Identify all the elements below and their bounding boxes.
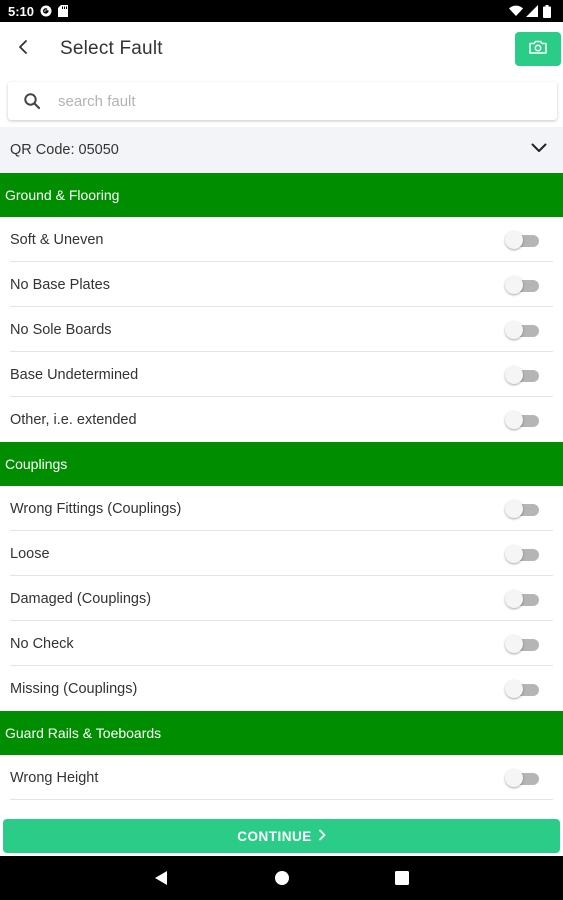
fault-toggle[interactable] xyxy=(505,366,539,384)
fault-toggle[interactable] xyxy=(505,680,539,698)
fault-label: No Check xyxy=(10,635,74,652)
chevron-left-icon xyxy=(17,39,29,60)
section-title: Guard Rails & Toeboards xyxy=(5,725,162,741)
chevron-right-icon xyxy=(318,829,326,844)
fault-label: Wrong Height xyxy=(10,769,99,786)
fault-label: No Sole Boards xyxy=(10,321,112,338)
fault-toggle[interactable] xyxy=(505,231,539,249)
fault-label: No Base Plates xyxy=(10,276,110,293)
camera-button[interactable] xyxy=(515,32,561,66)
battery-icon xyxy=(543,5,555,18)
fault-toggle[interactable] xyxy=(505,635,539,653)
fault-row[interactable]: Loose xyxy=(0,531,563,576)
fault-row[interactable]: Other, i.e. extended xyxy=(0,397,563,442)
fault-row[interactable]: Missing (Couplings) xyxy=(0,666,563,711)
fault-label: Missing (Couplings) xyxy=(10,680,138,697)
system-nav-bar xyxy=(0,856,563,900)
section-header-guard-rails: Guard Rails & Toeboards xyxy=(0,711,563,755)
section-header-couplings: Couplings xyxy=(0,442,563,486)
section-header-ground-flooring: Ground & Flooring xyxy=(0,173,563,217)
status-bar: 5:10 xyxy=(0,0,563,22)
fault-label: Damaged (Couplings) xyxy=(10,590,152,607)
fault-toggle[interactable] xyxy=(505,500,539,518)
fault-toggle[interactable] xyxy=(505,769,539,787)
fault-toggle[interactable] xyxy=(505,411,539,429)
fault-label: Loose xyxy=(10,545,50,562)
g-pay-icon xyxy=(40,5,52,17)
fault-label: Wrong Fittings (Couplings) xyxy=(10,500,182,517)
fault-toggle[interactable] xyxy=(505,321,539,339)
search-input[interactable] xyxy=(58,92,498,110)
search-icon xyxy=(8,82,56,120)
fault-toggle[interactable] xyxy=(505,590,539,608)
signal-icon xyxy=(526,5,538,17)
fault-row[interactable]: Soft & Uneven xyxy=(0,217,563,262)
chevron-down-icon xyxy=(531,141,547,157)
fault-row[interactable]: Wrong Fittings (Couplings) xyxy=(0,486,563,531)
nav-back-icon[interactable] xyxy=(151,868,171,888)
fault-list: Ground & Flooring Soft & Uneven No Base … xyxy=(0,173,563,800)
fault-toggle[interactable] xyxy=(505,545,539,563)
page-title: Select Fault xyxy=(60,38,163,59)
qr-code-selector[interactable]: QR Code: 05050 xyxy=(0,127,563,173)
camera-icon xyxy=(529,40,547,59)
section-title: Ground & Flooring xyxy=(5,187,120,203)
back-button[interactable] xyxy=(0,22,46,76)
fault-label: Base Undetermined xyxy=(10,366,139,383)
search-box xyxy=(8,82,557,120)
continue-label: CONTINUE xyxy=(237,828,312,844)
fault-row[interactable]: No Check xyxy=(0,621,563,666)
fault-label: Other, i.e. extended xyxy=(10,411,137,428)
fault-row[interactable]: No Base Plates xyxy=(0,262,563,307)
fault-row[interactable]: Damaged (Couplings) xyxy=(0,576,563,621)
fault-label: Soft & Uneven xyxy=(10,231,104,248)
fault-row[interactable]: Wrong Height xyxy=(0,755,563,800)
sd-card-icon xyxy=(58,5,70,17)
section-title: Couplings xyxy=(5,456,68,472)
qr-code-label: QR Code: 05050 xyxy=(10,142,119,158)
wifi-icon xyxy=(509,5,523,17)
nav-recents-icon[interactable] xyxy=(392,868,412,888)
fault-toggle[interactable] xyxy=(505,276,539,294)
nav-home-icon[interactable] xyxy=(272,868,292,888)
status-time: 5:10 xyxy=(8,3,35,19)
fault-row[interactable]: No Sole Boards xyxy=(0,307,563,352)
fault-row[interactable]: Base Undetermined xyxy=(0,352,563,397)
continue-button[interactable]: CONTINUE xyxy=(3,819,560,853)
app-bar: Select Fault xyxy=(0,22,563,76)
